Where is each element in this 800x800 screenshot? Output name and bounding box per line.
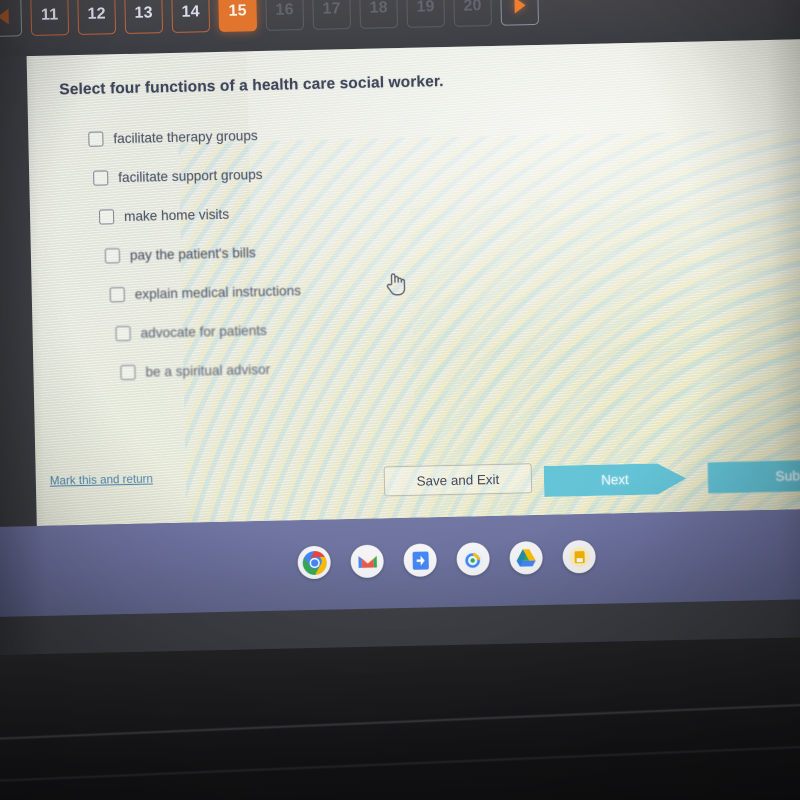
save-and-exit-button[interactable]: Save and Exit	[383, 463, 533, 497]
answer-option-label: facilitate therapy groups	[113, 127, 258, 146]
previous-question-button[interactable]	[0, 0, 23, 38]
question-tab-15[interactable]: 15	[218, 0, 258, 32]
shelf-app-icons	[297, 539, 596, 580]
next-question-button[interactable]	[500, 0, 540, 26]
checkbox-icon[interactable]	[98, 208, 115, 225]
drive-icon[interactable]	[509, 540, 543, 575]
question-tab-12[interactable]: 12	[77, 0, 117, 36]
chrome-icon[interactable]	[297, 545, 332, 580]
photo-of-laptop-screen: 11 12 13 14 15 16 17 18 19 20 Select fou…	[0, 0, 800, 800]
answer-option-label: make home visits	[123, 206, 230, 224]
checkbox-icon[interactable]	[115, 325, 131, 341]
checkbox-icon[interactable]	[104, 247, 121, 263]
question-tab-18: 18	[359, 0, 399, 29]
checkbox-icon[interactable]	[88, 130, 104, 147]
checkbox-icon[interactable]	[120, 364, 136, 380]
answer-option-label: be a spiritual advisor	[145, 361, 271, 380]
answer-option[interactable]: advocate for patients	[115, 315, 512, 344]
answer-option[interactable]: facilitate support groups	[93, 159, 509, 188]
answer-option[interactable]: facilitate therapy groups	[88, 120, 508, 149]
answer-options-list: facilitate therapy groups facilitate sup…	[88, 120, 514, 402]
question-tab-20: 20	[453, 0, 493, 27]
pointer-hand-cursor	[386, 273, 406, 296]
question-tab-13[interactable]: 13	[124, 0, 164, 34]
gmail-icon[interactable]	[350, 544, 385, 579]
next-button[interactable]: Next	[544, 463, 687, 497]
question-tab-11[interactable]: 11	[30, 0, 70, 37]
chevron-left-icon	[0, 8, 9, 25]
answer-option[interactable]: make home visits	[98, 198, 510, 227]
chevron-right-icon	[513, 0, 526, 14]
question-prompt: Select four functions of a health care s…	[59, 73, 444, 99]
checkbox-icon[interactable]	[93, 169, 109, 186]
answer-option[interactable]: pay the patient's bills	[104, 237, 511, 266]
laptop-screen: 11 12 13 14 15 16 17 18 19 20 Select fou…	[0, 0, 800, 656]
keep-icon[interactable]	[562, 539, 596, 574]
question-tab-19: 19	[406, 0, 446, 28]
answer-option-label: advocate for patients	[140, 322, 267, 341]
answer-option-label: facilitate support groups	[118, 166, 263, 185]
answer-option-label: explain medical instructions	[134, 282, 302, 302]
answer-option[interactable]: be a spiritual advisor	[120, 354, 513, 383]
classroom-icon[interactable]	[456, 542, 491, 576]
answer-option-label: pay the patient's bills	[129, 244, 256, 263]
docs-icon[interactable]	[403, 543, 438, 578]
question-tab-14[interactable]: 14	[171, 0, 211, 33]
submit-button[interactable]: Submit	[707, 459, 800, 494]
mark-this-and-return-link[interactable]: Mark this and return	[50, 472, 153, 487]
answer-option[interactable]: explain medical instructions	[109, 276, 512, 305]
question-card: Select four functions of a health care s…	[26, 38, 800, 527]
checkbox-icon[interactable]	[109, 286, 125, 302]
question-tab-16: 16	[265, 0, 305, 31]
question-tab-17: 17	[312, 0, 352, 30]
